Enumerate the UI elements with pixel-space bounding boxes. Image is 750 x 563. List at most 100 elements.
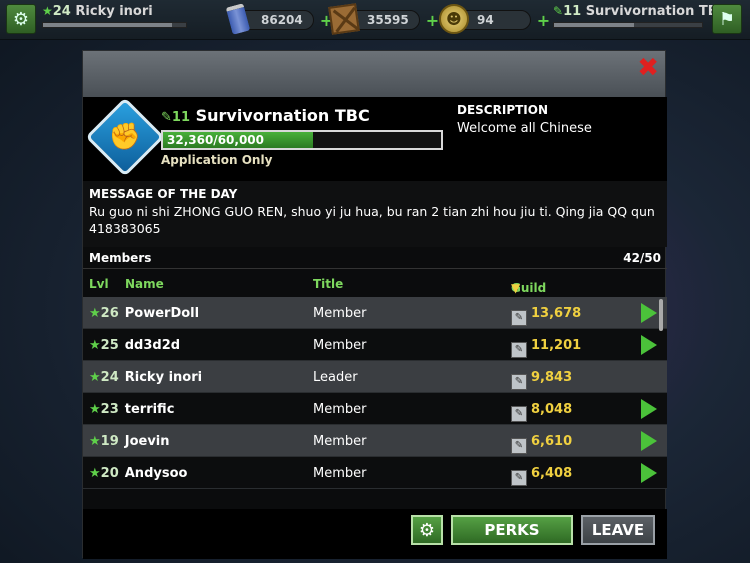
fist-icon: ✊ xyxy=(108,122,142,152)
member-row[interactable]: ★25 dd3d2d Member ✎ 11,201 xyxy=(83,329,667,361)
member-action-arrow-icon[interactable] xyxy=(641,463,657,483)
member-row[interactable]: ★23 terrific Member ✎ 8,048 xyxy=(83,393,667,425)
member-identity: ★25 dd3d2d xyxy=(89,338,180,353)
add-gold-button[interactable]: + xyxy=(537,11,550,30)
player-progress-bar xyxy=(42,22,187,28)
member-identity: ★26 PowerDoll xyxy=(89,306,199,321)
guild-name: Survivornation TBC xyxy=(195,106,370,125)
guild-xp-icon: ✎ xyxy=(511,374,527,390)
member-name: Ricky inori xyxy=(124,370,203,385)
supply-crate-icon xyxy=(328,3,360,35)
member-row[interactable]: ★24 Ricky inori Leader ✎ 9,843 xyxy=(83,361,667,393)
resource-crates: 35595 + xyxy=(328,3,439,35)
member-identity: ★23 terrific xyxy=(89,402,174,417)
member-xp: ✎ 13,678 xyxy=(511,306,581,326)
member-level: 19 xyxy=(100,434,119,449)
description-title: DESCRIPTION xyxy=(457,103,549,117)
member-xp: ✎ 6,610 xyxy=(511,434,572,454)
level-star-icon: ★ xyxy=(89,370,101,385)
player-name: Ricky inori xyxy=(75,4,153,19)
motd-text: Ru guo ni shi ZHONG GUO REN, shuo yi ju … xyxy=(89,204,655,236)
resource-gold: ☻ 94 + xyxy=(439,4,550,34)
guild-xp-text: 32,360/60,000 xyxy=(167,133,264,147)
guild-level: 11 xyxy=(171,110,190,125)
member-level: 23 xyxy=(100,402,119,417)
player-level: 24 xyxy=(52,4,71,19)
col-lvl[interactable]: Lvl xyxy=(89,277,109,291)
guild-settings-button[interactable]: ⚙ xyxy=(411,515,443,545)
player-info: ★24 Ricky inori xyxy=(42,4,187,28)
motd-title: MESSAGE OF THE DAY xyxy=(89,187,238,201)
members-list: ★26 PowerDoll Member ✎ 13,678 ★25 dd3d2d Member… xyxy=(83,297,667,502)
members-label: Members xyxy=(89,250,152,265)
top-bar: ⚙ ★24 Ricky inori 86204 + 35595 + ☻ 94 +… xyxy=(0,0,750,40)
guild-topbar-info: ✎11 Survivornation TBC xyxy=(553,4,727,28)
member-xp: ✎ 11,201 xyxy=(511,338,581,358)
settings-gear-icon[interactable]: ⚙ xyxy=(6,4,36,34)
member-xp: ✎ 9,843 xyxy=(511,370,572,390)
member-level: 20 xyxy=(100,466,119,481)
member-title: Leader xyxy=(313,370,358,385)
level-star-icon: ★ xyxy=(89,338,101,353)
guild-top-name: Survivornation TBC xyxy=(585,4,728,19)
level-star-icon: ★ xyxy=(89,402,101,417)
member-level: 26 xyxy=(100,306,119,321)
column-headers: Lvl Name Title Guild XP ▼ xyxy=(89,277,547,309)
guild-xp-bar: 32,360/60,000 xyxy=(161,130,443,150)
guild-flag-icon[interactable]: ⚑ xyxy=(712,4,742,34)
col-name[interactable]: Name xyxy=(125,277,164,291)
member-identity: ★19 Joevin xyxy=(89,434,170,449)
level-star-icon: ★ xyxy=(89,466,101,481)
member-name: PowerDoll xyxy=(124,306,200,321)
member-title: Member xyxy=(313,338,367,353)
member-action-arrow-icon[interactable] xyxy=(641,303,657,323)
member-action-arrow-icon[interactable] xyxy=(641,431,657,451)
member-name: terrific xyxy=(124,402,175,417)
member-row[interactable]: ★20 Andysoo Member ✎ 6,408 xyxy=(83,457,667,489)
member-name: dd3d2d xyxy=(124,338,181,353)
member-action-arrow-icon[interactable] xyxy=(641,335,657,355)
guild-title: ✎11 Survivornation TBC xyxy=(161,106,370,125)
member-xp: ✎ 6,408 xyxy=(511,466,572,486)
guild-xp-icon: ✎ xyxy=(511,406,527,422)
level-star-icon: ★ xyxy=(89,306,101,321)
members-count: 42/50 xyxy=(623,250,661,265)
guild-xp-icon: ✎ xyxy=(511,438,527,454)
guild-top-level: 11 xyxy=(563,4,582,19)
level-star-icon: ★ xyxy=(89,434,101,449)
level-star-icon: ★ xyxy=(42,4,53,18)
members-header: Members 42/50 xyxy=(83,247,667,269)
guild-level-icon: ✎ xyxy=(553,4,564,18)
member-name: Joevin xyxy=(124,434,170,449)
member-identity: ★24 Ricky inori xyxy=(89,370,202,385)
guild-panel: ✖ ✊ ✎11 Survivornation TBC 32,360/60,000… xyxy=(82,50,667,559)
panel-footer: ⚙ PERKS LEAVE xyxy=(83,509,667,559)
guild-xp-icon: ✎ xyxy=(511,470,527,486)
member-title: Member xyxy=(313,466,367,481)
member-row[interactable]: ★19 Joevin Member ✎ 6,610 xyxy=(83,425,667,457)
description-text: Welcome all Chinese xyxy=(457,121,592,136)
gear-icon: ⚙ xyxy=(418,519,436,541)
col-title[interactable]: Title xyxy=(313,277,343,291)
panel-header: ✖ xyxy=(83,51,665,97)
join-mode: Application Only xyxy=(161,153,273,167)
member-action-arrow-icon[interactable] xyxy=(641,399,657,419)
gold-coin-icon: ☻ xyxy=(438,3,470,35)
member-title: Member xyxy=(313,306,367,321)
leave-button[interactable]: LEAVE xyxy=(581,515,655,545)
member-xp: ✎ 8,048 xyxy=(511,402,572,422)
member-identity: ★20 Andysoo xyxy=(89,466,187,481)
close-icon[interactable]: ✖ xyxy=(637,53,659,83)
perks-button[interactable]: PERKS xyxy=(451,515,573,545)
sort-desc-icon: ▼ xyxy=(511,281,521,295)
guild-xp-icon: ✎ xyxy=(511,342,527,358)
member-level: 25 xyxy=(100,338,119,353)
member-title: Member xyxy=(313,402,367,417)
member-row[interactable]: ★26 PowerDoll Member ✎ 13,678 xyxy=(83,297,667,329)
member-name: Andysoo xyxy=(124,466,188,481)
message-of-the-day: MESSAGE OF THE DAY Ru guo ni shi ZHONG G… xyxy=(83,181,667,247)
member-level: 24 xyxy=(100,370,119,385)
soda-can-icon xyxy=(222,3,254,35)
members-scrollbar[interactable] xyxy=(659,299,663,331)
guild-progress-bar xyxy=(553,22,703,28)
